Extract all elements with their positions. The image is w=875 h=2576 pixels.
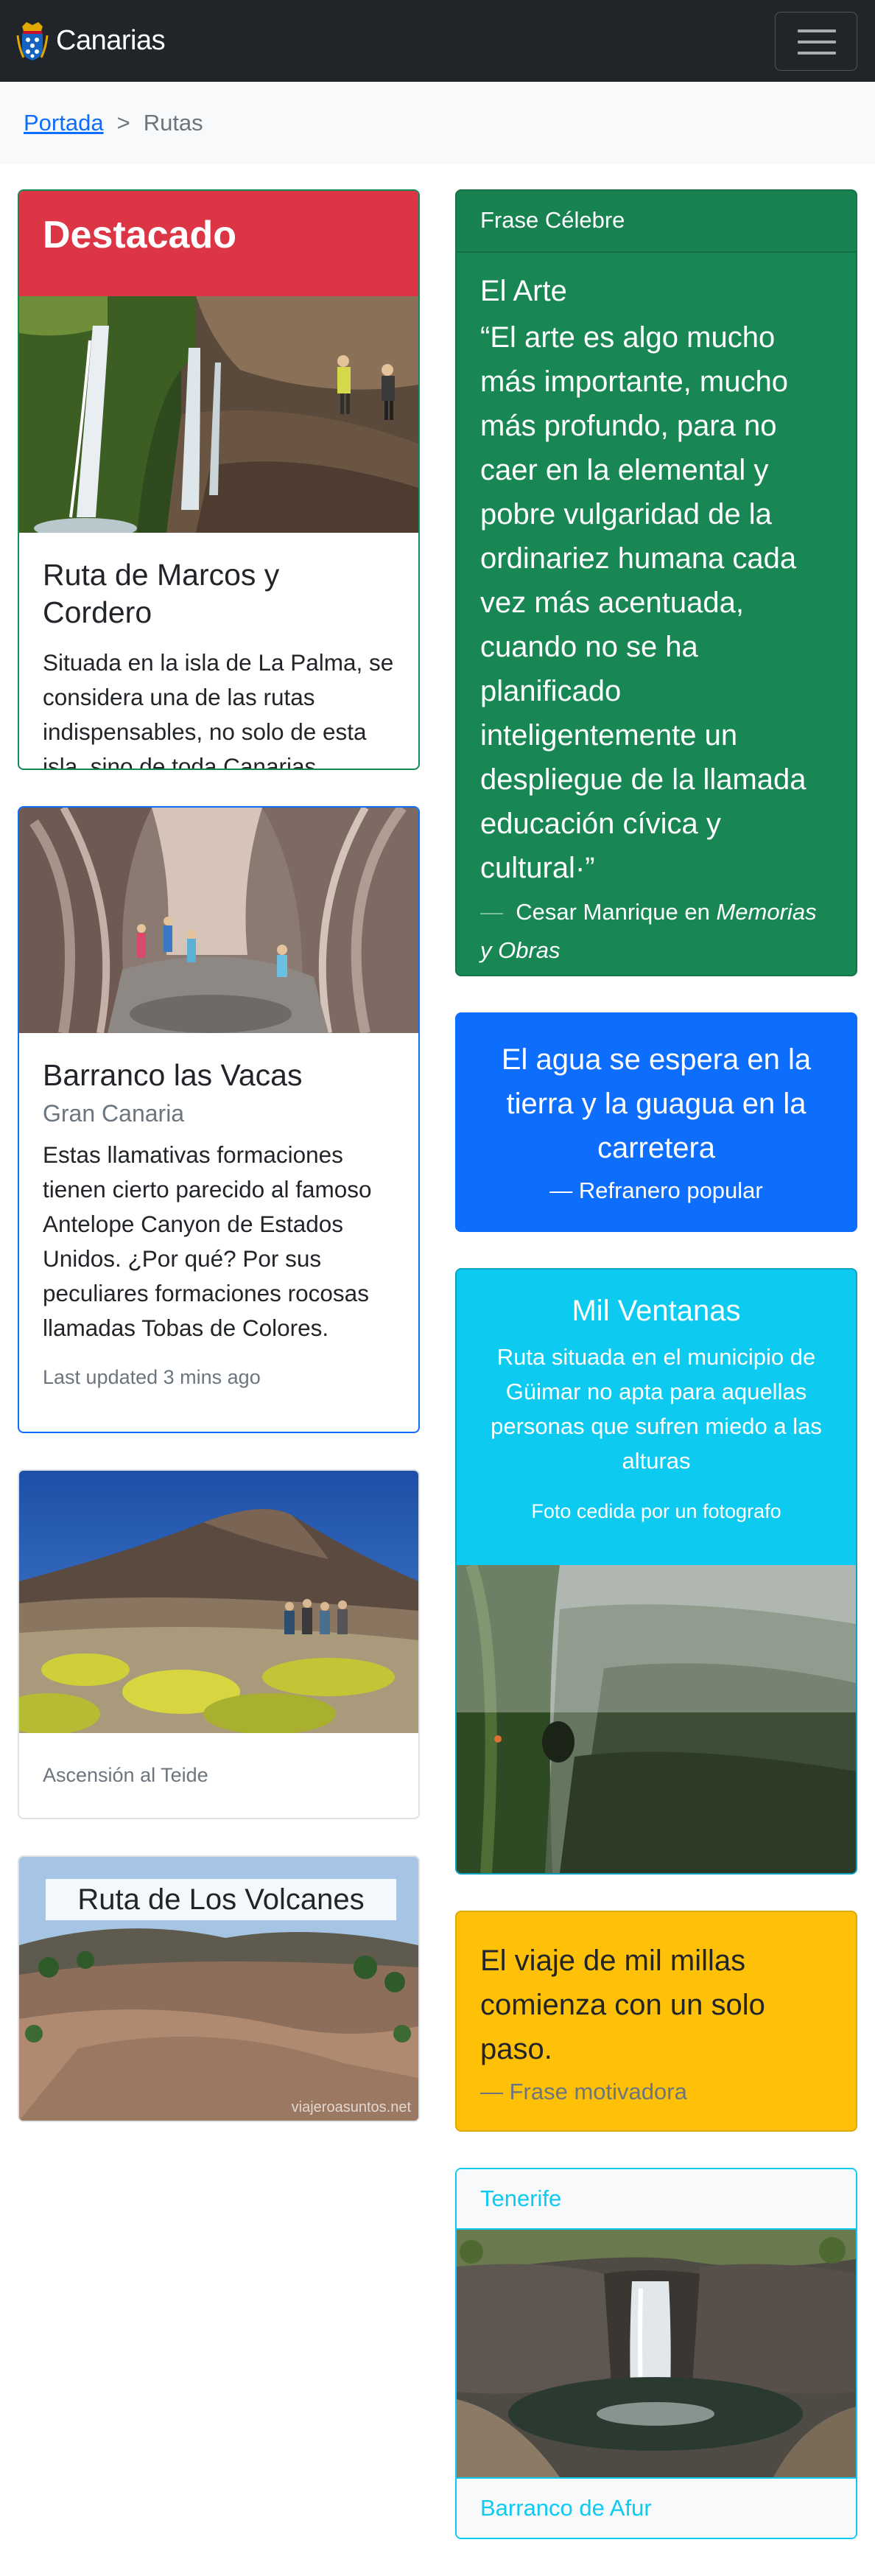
volcanes-title: Ruta de Los Volcanes [46, 1879, 396, 1920]
barranco-card: Barranco las Vacas Gran Canaria Estas ll… [18, 806, 420, 1433]
quote-agua-text: El agua se espera en la tierra y la guag… [501, 1043, 812, 1164]
featured-title: Ruta de Marcos y Cordero [43, 558, 280, 630]
featured-card: Destacado Ruta de Marcos y Cordero Situa… [18, 189, 420, 770]
afur-waterfall-image [457, 2230, 856, 2477]
ventanas-text: Ruta situada en el municipio de Güimar n… [491, 1344, 822, 1474]
hamburger-menu-icon [798, 29, 836, 32]
teide-card: Ascensión al Teide [18, 1469, 420, 1819]
ventanas-note: Foto cedida por un fotografo [531, 1500, 781, 1522]
canyon-image [19, 808, 418, 1033]
barranco-subtitle: Gran Canaria [43, 1100, 185, 1127]
breadcrumb-current: Rutas [143, 110, 203, 136]
cliff-image [457, 1565, 856, 1873]
waterfall-hikers-image [19, 296, 418, 533]
breadcrumb-separator: > [116, 110, 130, 136]
navbar-toggler[interactable] [775, 12, 857, 71]
quote-arte-header: Frase Célebre [457, 191, 856, 253]
ventanas-title: Mil Ventanas [572, 1295, 741, 1327]
ventanas-card: Mil Ventanas Ruta situada en el municipi… [455, 1268, 857, 1875]
quote-arte-card: Frase Célebre El Arte “El arte es algo m… [455, 189, 857, 976]
navbar: Canarias [0, 0, 875, 82]
teide-caption: Ascensión al Teide [43, 1764, 208, 1786]
teide-image [19, 1471, 418, 1733]
tenerife-header: Tenerife [457, 2169, 856, 2230]
canarias-coat-of-arms-icon [16, 22, 49, 60]
brand[interactable]: Canarias [16, 19, 166, 62]
tenerife-card: Tenerife Barranco de Afur [455, 2168, 857, 2539]
watermark: viajeroasuntos.net [291, 2099, 411, 2115]
quote-arte-footer: — Cesar Manrique en Memorias y Obras [480, 893, 832, 970]
volcanes-card: Ruta de Los Volcanes viajeroasuntos.net [18, 1855, 420, 2122]
featured-text: Situada en la isla de La Palma, se consi… [43, 648, 394, 770]
quote-arte-text: “El arte es algo mucho más importante, m… [480, 321, 807, 884]
quote-arte-author: Cesar Manrique en [516, 899, 717, 925]
quote-arte-title: El Arte [480, 275, 567, 307]
quote-viaje-card: El viaje de mil millas comienza con un s… [455, 1911, 857, 2132]
barranco-title: Barranco las Vacas [43, 1058, 303, 1092]
barranco-text: Estas llamativas formaciones tienen cier… [43, 1141, 372, 1342]
breadcrumb: Portada > Rutas [0, 82, 875, 164]
last-updated: Last updated 3 mins ago [43, 1366, 261, 1389]
quote-dash: — [480, 899, 503, 925]
quote-agua-card: El agua se espera en la tierra y la guag… [455, 1012, 857, 1232]
quote-viaje-footer: — Frase motivadora [480, 2079, 687, 2104]
featured-header: Destacado [19, 191, 418, 296]
quote-agua-footer: — Refranero popular [549, 1177, 763, 1203]
breadcrumb-home-link[interactable]: Portada [24, 110, 104, 136]
quote-viaje-text: El viaje de mil millas comienza con un s… [480, 1945, 765, 2065]
tenerife-footer: Barranco de Afur [457, 2477, 856, 2538]
brand-name: Canarias [56, 24, 166, 56]
